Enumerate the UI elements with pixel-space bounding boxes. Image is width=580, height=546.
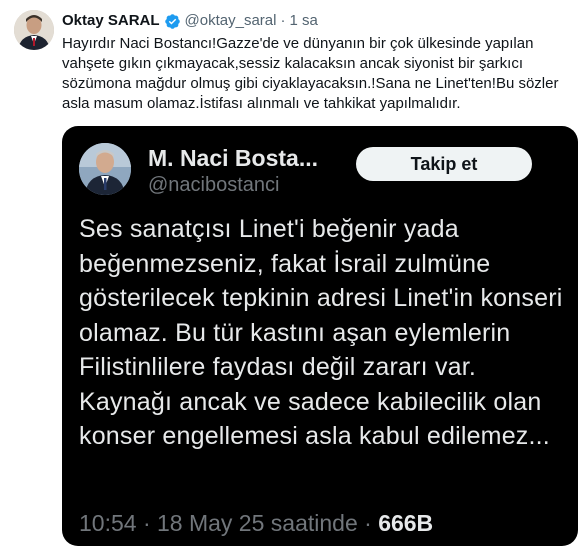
- tweet-image[interactable]: M. Naci Bosta... @nacibostanci Takip et …: [62, 126, 578, 546]
- author-handle[interactable]: @oktay_saral: [185, 12, 277, 30]
- quoted-author-name: M. Naci Bosta...: [148, 145, 318, 171]
- tweet-timestamp[interactable]: 1 sa: [289, 12, 317, 30]
- author-name[interactable]: Oktay SARAL: [62, 12, 160, 30]
- quoted-author-handle: @nacibostanci: [148, 174, 280, 196]
- quoted-tweet-views: 666B: [378, 510, 434, 536]
- quoted-tweet-meta: 10:54 · 18 May 25 saatinde · 666B: [79, 510, 433, 537]
- tweet-header: Oktay SARAL @oktay_saral · 1 sa: [62, 12, 318, 30]
- separator-dot: ·: [280, 12, 286, 29]
- follow-button: Takip et: [356, 147, 532, 181]
- tweet-text: Hayırdır Naci Bostancı!Gazze'de ve dünya…: [62, 35, 559, 112]
- author-avatar[interactable]: [14, 10, 54, 50]
- quoted-author-avatar: [79, 143, 131, 195]
- quoted-tweet-time: 10:54 · 18 May 25 saatinde ·: [79, 510, 379, 536]
- verified-badge-icon: [164, 13, 181, 30]
- quoted-tweet-body: Ses sanatçısı Linet'i beğenir yada beğen…: [79, 215, 563, 450]
